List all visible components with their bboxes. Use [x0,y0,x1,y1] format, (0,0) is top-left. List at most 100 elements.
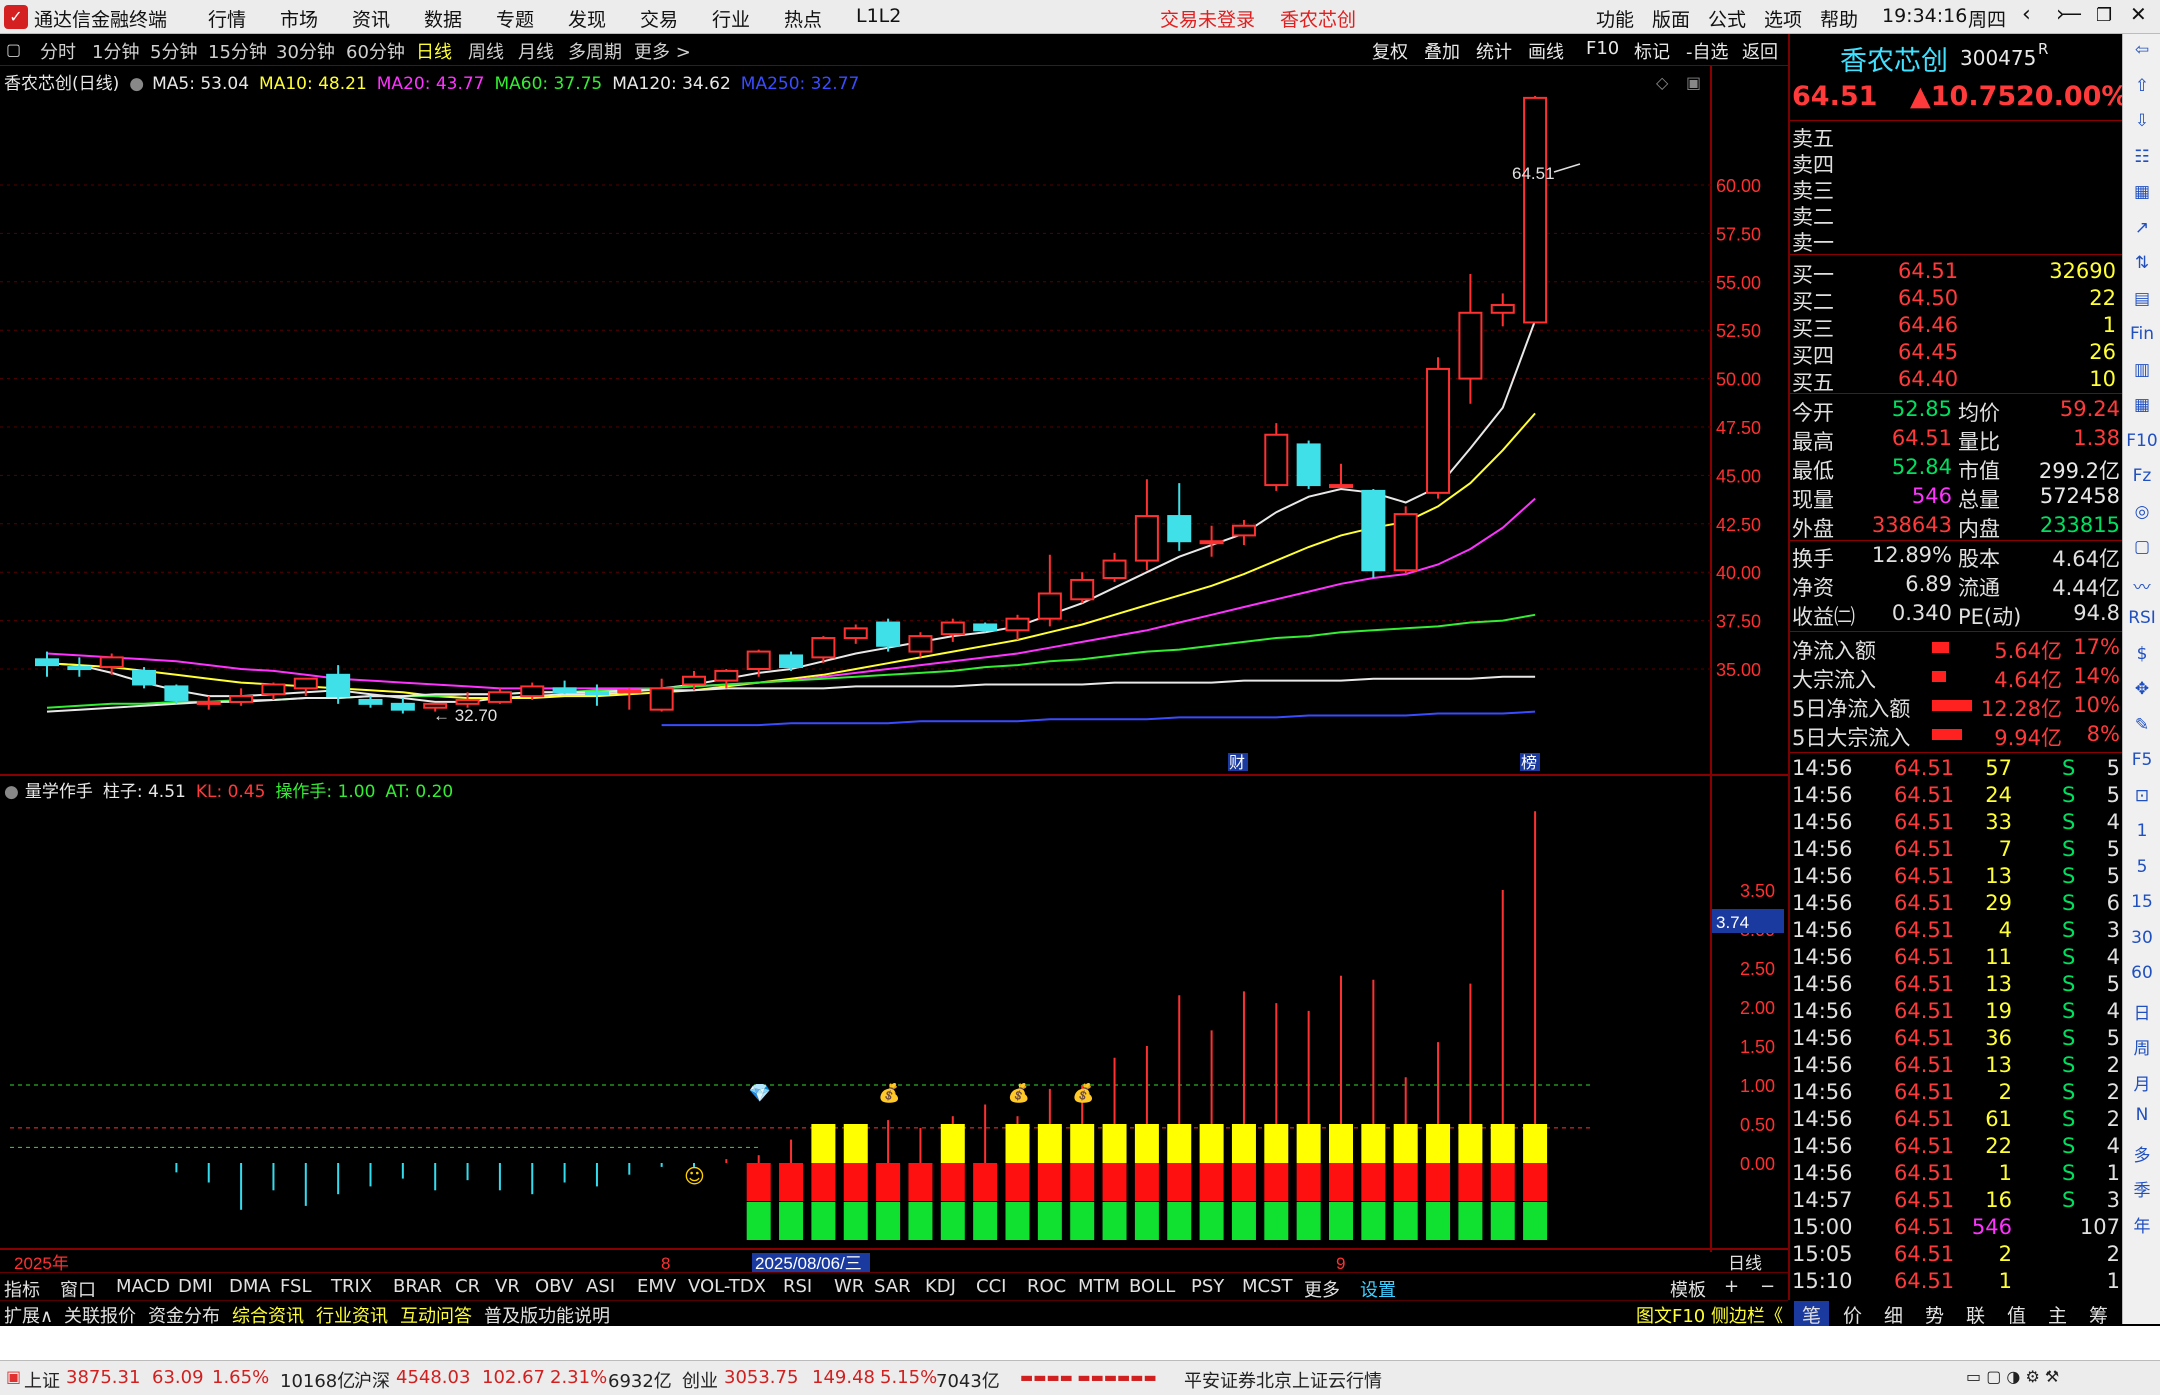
indicator-tab[interactable]: ASI [586,1276,615,1297]
tick-row[interactable]: 14:56 64.51 29 S 6 [1790,890,2122,917]
tick-row[interactable]: 14:56 64.51 33 S 4 [1790,809,2122,836]
indicator-tab[interactable]: CR [455,1276,480,1297]
ext-tab[interactable]: 行业资讯 [316,1302,388,1328]
dropdown-icon[interactable]: ● [129,74,144,94]
menu-trade[interactable]: 交易 [640,5,678,32]
tick-row[interactable]: 14:56 64.51 61 S 2 [1790,1106,2122,1133]
indicator-tab[interactable]: VOL-TDX [688,1276,766,1297]
period-tab-5min[interactable]: 5分钟 [150,38,197,64]
sidebar-tool-icon[interactable]: ✥ [2123,679,2160,699]
indicator-tab[interactable]: 窗口 [60,1276,96,1302]
sidebar-tool-icon[interactable]: Fz [2123,466,2160,486]
period-tab-30min[interactable]: 30分钟 [276,38,335,64]
indicator-dropdown-icon[interactable]: ● [4,782,19,802]
indicator-tab[interactable]: FSL [280,1276,312,1297]
indicator-tab[interactable]: OBV [535,1276,573,1297]
indicator-tab[interactable]: 指标 [4,1276,40,1302]
menu-help[interactable]: 帮助 [1820,5,1858,32]
quote-tab[interactable]: 细 [1876,1301,1911,1328]
bid-row[interactable]: 买五 64.40 10 [1790,366,2122,395]
menu-layout[interactable]: 版面 [1652,5,1690,32]
indicator-tab[interactable]: ROC [1027,1276,1066,1297]
minimize-button[interactable]: — [2062,1,2082,25]
status-tools-icon[interactable]: ▭ ▢ ◑ ⚙ ⚒ [1966,1367,2059,1386]
sidebar-tool-icon[interactable]: Fin [2123,324,2160,344]
fund-flow-row[interactable]: 5日净流入额 12.28亿 10% [1790,692,2122,721]
trade-login-status[interactable]: 交易未登录 [1160,5,1255,32]
tick-row[interactable]: 14:56 64.51 24 S 5 [1790,782,2122,809]
indicator-tab[interactable]: VR [495,1276,520,1297]
tick-row[interactable]: 14:56 64.51 1 S 1 [1790,1160,2122,1187]
sidebar-tool-icon[interactable]: ⇅ [2123,253,2160,273]
sidebar-tool-icon[interactable]: $ [2123,644,2160,664]
template-button[interactable]: 模板 [1670,1276,1706,1302]
sidebar-tool-icon[interactable]: ⇧ [2123,76,2160,96]
indicator-tab[interactable]: EMV [637,1276,676,1297]
tick-row[interactable]: 14:56 64.51 19 S 4 [1790,998,2122,1025]
adjust-button[interactable]: 复权 [1372,38,1408,64]
sidebar-tool-icon[interactable]: ☷ [2123,147,2160,167]
tick-row[interactable]: 14:56 64.51 57 S 5 [1790,755,2122,782]
sidebar-tool-icon[interactable]: 15 [2123,892,2160,912]
sidebar-tool-icon[interactable]: ▦ [2123,395,2160,415]
return-button[interactable]: 返回 [1742,38,1778,64]
menu-quotes[interactable]: 行情 [208,5,246,32]
ext-tab[interactable]: 互动问答 [400,1302,472,1328]
indicator-tab[interactable]: PSY [1191,1276,1224,1297]
tick-row[interactable]: 15:10 64.51 1 1 [1790,1268,2122,1295]
menu-market[interactable]: 市场 [280,5,318,32]
ext-tab[interactable]: 扩展∧ [4,1302,53,1328]
sidebar-tool-icon[interactable]: ⇦ [2123,40,2160,60]
sidebar-tool-icon[interactable]: 季 [2123,1176,2160,1201]
period-tab-15min[interactable]: 15分钟 [208,38,267,64]
menu-industry[interactable]: 行业 [712,5,750,32]
sidebar-tool-icon[interactable]: ↗ [2123,218,2160,238]
indicator-tab[interactable]: RSI [783,1276,812,1297]
kline-chart[interactable]: 60.00 57.50 55.00 52.50 50.00 47.50 45.00 42.50… [0,66,1788,1272]
period-tab-monthly[interactable]: 月线 [518,38,554,64]
f10-button[interactable]: F10 [1586,38,1619,59]
ext-tab[interactable]: 普及版功能说明 [484,1302,610,1328]
tick-row[interactable]: 15:05 64.51 2 2 [1790,1241,2122,1268]
collapse-icon[interactable]: ▢ [6,40,21,59]
sidebar-tool-icon[interactable]: F10 [2123,431,2160,451]
restore-icon[interactable]: ❐ [2096,5,2112,26]
quote-tab[interactable]: 主 [2040,1301,2075,1328]
fund-flow-row[interactable]: 5日大宗流入 9.94亿 8% [1790,721,2122,750]
fund-flow-row[interactable]: 大宗流入 4.64亿 14% [1790,663,2122,692]
tick-row[interactable]: 14:56 64.51 7 S 5 [1790,836,2122,863]
fund-flow-row[interactable]: 净流入额 5.64亿 17% [1790,634,2122,663]
menu-topics[interactable]: 专题 [496,5,534,32]
sidebar-tool-icon[interactable]: 年 [2123,1212,2160,1237]
bid-row[interactable]: 买四 64.45 26 [1790,339,2122,368]
zoom-out-button[interactable]: − [1760,1276,1775,1297]
sidebar-tool-icon[interactable]: ✎ [2123,715,2160,735]
quote-tab[interactable]: 筹 [2081,1301,2116,1328]
menu-formula[interactable]: 公式 [1708,5,1746,32]
indicator-tab[interactable]: MACD [116,1276,170,1297]
tick-row[interactable]: 14:56 64.51 36 S 5 [1790,1025,2122,1052]
close-icon[interactable]: ✕ [2130,2,2147,26]
remove-watchlist-button[interactable]: -自选 [1686,38,1729,64]
draw-button[interactable]: 画线 [1528,38,1564,64]
sidebar-tool-icon[interactable]: 周 [2123,1034,2160,1059]
indicator-tab[interactable]: BRAR [393,1276,442,1297]
period-tab-weekly[interactable]: 周线 [468,38,504,64]
indicator-tab[interactable]: 设置 [1360,1276,1396,1302]
chart-area[interactable]: 60.00 57.50 55.00 52.50 50.00 47.50 45.00 42.50… [0,66,1788,1272]
menu-news[interactable]: 资讯 [352,5,390,32]
indicator-tab[interactable]: TRIX [331,1276,372,1297]
tick-row[interactable]: 14:56 64.51 2 S 2 [1790,1079,2122,1106]
indicator-tab[interactable]: MCST [1242,1276,1293,1297]
tick-row[interactable]: 14:56 64.51 13 S 5 [1790,863,2122,890]
bid-row[interactable]: 买二 64.50 22 [1790,285,2122,314]
indicator-tab[interactable]: CCI [976,1276,1006,1297]
menu-data[interactable]: 数据 [424,5,462,32]
indicator-tab[interactable]: WR [834,1276,864,1297]
quote-tab[interactable]: 价 [1835,1301,1870,1328]
quote-tab[interactable]: 联 [1958,1301,1993,1328]
menu-l1l2[interactable]: L1L2 [856,5,901,27]
sidebar-tool-icon[interactable]: 1 [2123,821,2160,841]
sidebar-tool-icon[interactable]: 多 [2123,1141,2160,1166]
side-link[interactable]: 图文F10 侧边栏《 [1636,1302,1783,1328]
